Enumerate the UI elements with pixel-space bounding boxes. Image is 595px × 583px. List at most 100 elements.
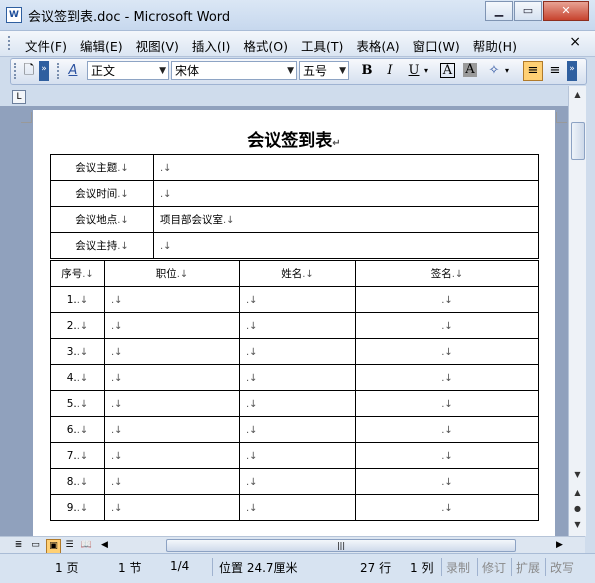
status-overtype[interactable]: 改写 [550, 559, 574, 576]
position-cell[interactable]: .↓ [104, 494, 240, 521]
row-number-cell[interactable]: 5..↓ [50, 390, 105, 417]
name-cell[interactable]: .↓ [239, 416, 356, 443]
minimize-button[interactable]: ▁ [485, 1, 513, 21]
name-cell[interactable]: .↓ [239, 442, 356, 469]
document-page[interactable]: 会议签到表↵ 会议主题.↓ .↓ 会议时间.↓ .↓ 会议地点.↓ 项目部会议室… [21, 110, 567, 536]
name-cell[interactable]: .↓ [239, 364, 356, 391]
row-number-cell[interactable]: 3..↓ [50, 338, 105, 365]
signature-cell[interactable]: .↓ [355, 468, 539, 495]
align-center-icon[interactable]: ≡ [547, 63, 563, 79]
signature-cell[interactable]: .↓ [355, 494, 539, 521]
name-cell[interactable]: .↓ [239, 286, 356, 313]
underline-button[interactable]: U [406, 63, 422, 79]
row-number-cell[interactable]: 8..↓ [50, 468, 105, 495]
previous-page-icon[interactable]: ▲ [570, 486, 585, 500]
select-browse-object-icon[interactable]: ● [570, 502, 585, 516]
char-border-button[interactable]: A [440, 63, 455, 78]
position-cell[interactable]: .↓ [104, 364, 240, 391]
menu-format[interactable]: 格式(O) [243, 36, 288, 55]
tab-selector[interactable]: L [12, 90, 26, 104]
font-size-combo[interactable]: 五号 ▼ [299, 61, 349, 80]
name-cell[interactable]: .↓ [239, 494, 356, 521]
menu-view[interactable]: 视图(V) [136, 36, 179, 55]
scroll-right-icon[interactable]: ▶ [553, 539, 566, 552]
signature-cell[interactable]: .↓ [355, 442, 539, 469]
signature-cell[interactable]: .↓ [355, 338, 539, 365]
toolbar-overflow-icon-2[interactable]: » [567, 61, 577, 81]
row-number-cell[interactable]: 2..↓ [50, 312, 105, 339]
position-cell[interactable]: .↓ [104, 442, 240, 469]
column-header: 序号.↓ [50, 260, 105, 287]
phonetic-dropdown-icon[interactable]: ▾ [503, 63, 511, 79]
row-number-cell[interactable]: 9..↓ [50, 494, 105, 521]
info-value[interactable]: 项目部会议室.↓ [153, 206, 539, 233]
menu-window[interactable]: 窗口(W) [413, 36, 460, 55]
underline-dropdown-icon[interactable]: ▾ [422, 63, 430, 79]
status-track-changes[interactable]: 修订 [482, 559, 506, 576]
horizontal-scroll-thumb[interactable]: ||| [166, 539, 516, 552]
row-number-cell[interactable]: 7..↓ [50, 442, 105, 469]
row-number-cell[interactable]: 4..↓ [50, 364, 105, 391]
menu-grip[interactable] [8, 36, 13, 50]
menu-edit[interactable]: 编辑(E) [80, 36, 123, 55]
position-cell[interactable]: .↓ [104, 312, 240, 339]
position-cell[interactable]: .↓ [104, 416, 240, 443]
info-value[interactable]: .↓ [153, 154, 539, 181]
info-value[interactable]: .↓ [153, 232, 539, 259]
menu-table[interactable]: 表格(A) [356, 36, 399, 55]
phonetic-guide-icon[interactable]: ✧ [486, 63, 502, 79]
menu-help[interactable]: 帮助(H) [473, 36, 517, 55]
print-layout-view-icon[interactable]: ▣ [46, 539, 61, 554]
italic-button[interactable]: I [382, 63, 398, 79]
signature-cell[interactable]: .↓ [355, 286, 539, 313]
signature-cell[interactable]: .↓ [355, 364, 539, 391]
table-row: 6..↓ .↓ .↓ .↓ [50, 416, 539, 443]
name-cell[interactable]: .↓ [239, 390, 356, 417]
normal-view-icon[interactable]: ≣ [12, 539, 25, 552]
reading-layout-view-icon[interactable]: 📖 [80, 539, 93, 552]
signature-cell[interactable]: .↓ [355, 416, 539, 443]
status-extend[interactable]: 扩展 [516, 559, 540, 576]
vertical-scroll-thumb[interactable] [571, 122, 585, 160]
position-cell[interactable]: .↓ [104, 468, 240, 495]
maximize-button[interactable]: ▭ [514, 1, 542, 21]
signature-cell[interactable]: .↓ [355, 390, 539, 417]
status-record[interactable]: 录制 [446, 559, 470, 576]
font-combo[interactable]: 宋体 ▼ [171, 61, 297, 80]
name-cell[interactable]: .↓ [239, 468, 356, 495]
menu-file[interactable]: 文件(F) [25, 36, 67, 55]
vertical-scrollbar[interactable]: ▲ ▼ ▲ ● ▼ [568, 86, 586, 536]
position-cell[interactable]: .↓ [104, 390, 240, 417]
info-label: 会议时间.↓ [50, 180, 154, 207]
row-number-cell[interactable]: 1..↓ [50, 286, 105, 313]
sign-in-table: 会议主题.↓ .↓ 会议时间.↓ .↓ 会议地点.↓ 项目部会议室.↓ 会议主持… [50, 154, 539, 259]
info-value[interactable]: .↓ [153, 180, 539, 207]
style-combo[interactable]: 正文 ▼ [87, 61, 169, 80]
web-layout-view-icon[interactable]: ▭ [29, 539, 42, 552]
signature-cell[interactable]: .↓ [355, 312, 539, 339]
info-row: 会议地点.↓ 项目部会议室.↓ [50, 206, 539, 233]
bold-button[interactable]: B [359, 63, 375, 79]
name-cell[interactable]: .↓ [239, 338, 356, 365]
name-cell[interactable]: .↓ [239, 312, 356, 339]
toolbar-grip-2[interactable] [57, 63, 62, 79]
attendee-table: 序号.↓ 职位.↓ 姓名.↓ 签名.↓ 1..↓ .↓ .↓ .↓ 2..↓ .↓ .↓ .↓… [50, 260, 539, 521]
toolbar-overflow-icon[interactable]: » [39, 61, 49, 81]
scroll-up-icon[interactable]: ▲ [570, 88, 585, 102]
document-close-button[interactable]: × [569, 34, 581, 50]
row-number-cell[interactable]: 6..↓ [50, 416, 105, 443]
outline-view-icon[interactable]: ☰ [63, 539, 76, 552]
next-page-icon[interactable]: ▼ [570, 518, 585, 532]
scroll-down-icon[interactable]: ▼ [570, 468, 585, 482]
char-shading-button[interactable]: A [463, 63, 477, 77]
toolbar-grip[interactable] [14, 63, 19, 79]
align-justify-icon[interactable]: ≡ [523, 61, 543, 81]
position-cell[interactable]: .↓ [104, 286, 240, 313]
new-document-icon[interactable]: 🗋 [21, 63, 37, 79]
position-cell[interactable]: .↓ [104, 338, 240, 365]
styles-pane-icon[interactable]: A [65, 63, 81, 79]
menu-insert[interactable]: 插入(I) [192, 36, 230, 55]
menu-tools[interactable]: 工具(T) [301, 36, 343, 55]
close-button[interactable]: ✕ [543, 1, 589, 21]
scroll-left-icon[interactable]: ◀ [98, 539, 111, 552]
